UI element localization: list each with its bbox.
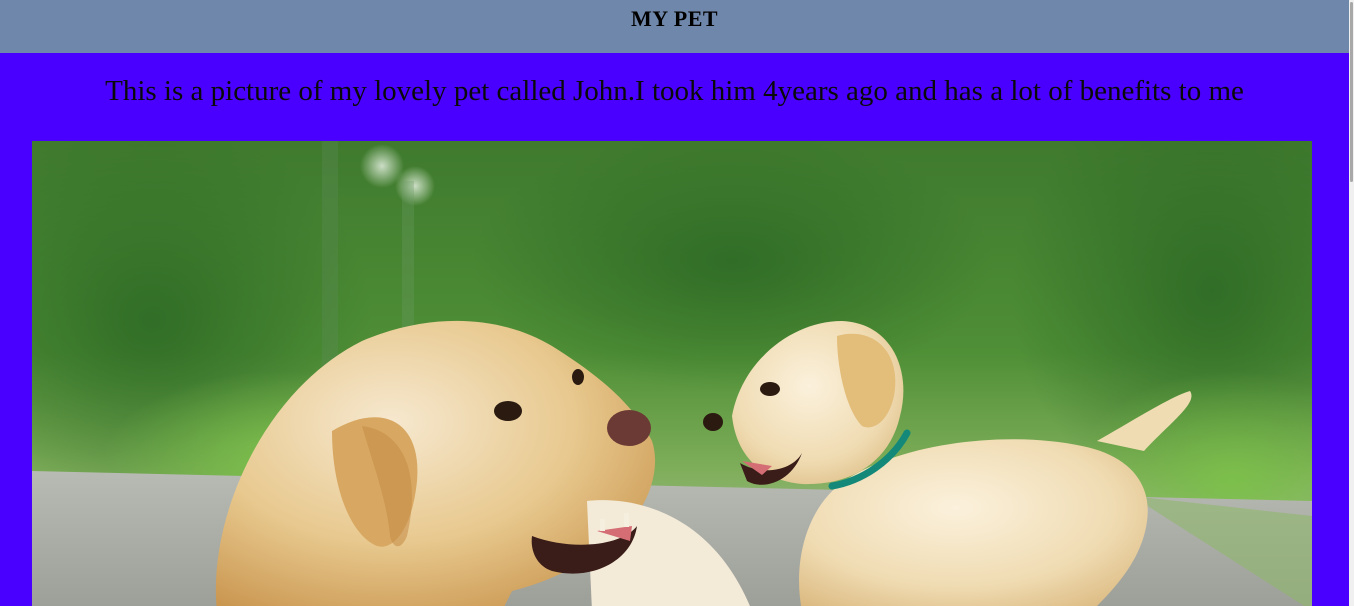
- header-bar: MY PET: [0, 0, 1349, 53]
- pet-photo: [32, 141, 1312, 606]
- pet-caption: This is a picture of my lovely pet calle…: [105, 75, 1244, 107]
- page: MY PET This is a picture of my lovely pe…: [0, 0, 1354, 606]
- vertical-scrollbar[interactable]: [1349, 0, 1354, 606]
- main-section: This is a picture of my lovely pet calle…: [0, 53, 1349, 606]
- scrollbar-thumb[interactable]: [1350, 2, 1353, 182]
- page-title: MY PET: [630, 6, 719, 31]
